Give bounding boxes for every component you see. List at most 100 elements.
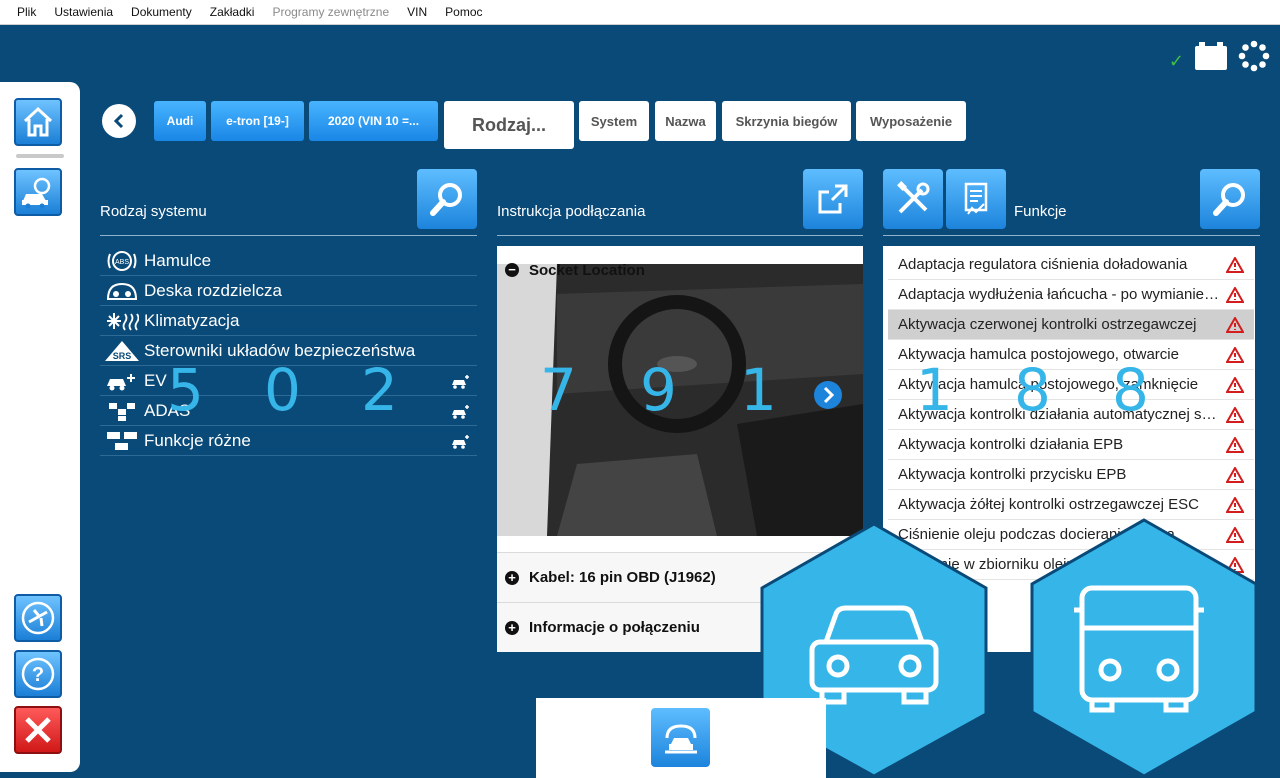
systems-search-button[interactable] [417,169,477,229]
help-icon: ? [21,657,55,691]
function-item[interactable]: Adaptacja regulatora ciśnienia doładowan… [888,250,1254,280]
crumb-year[interactable]: 2020 (VIN 10 =... [309,101,438,141]
home-button[interactable] [14,98,62,146]
srs-icon: SRS [105,340,139,361]
socket-location-label: Socket Location [529,261,645,279]
car-spark-icon [452,374,469,389]
report-button[interactable] [946,169,1006,229]
collapse-icon: − [505,263,519,277]
crumb-system[interactable]: System [579,101,649,141]
systems-title: Rodzaj systemu [100,203,207,220]
warning-icon [1226,286,1244,303]
search-icon [430,183,462,216]
airplane-icon [21,601,55,635]
crumb-gearbox[interactable]: Skrzynia biegów [722,101,851,141]
overlay-number: 5 [167,356,204,424]
adas-icon [109,402,135,421]
flight-mode-button[interactable] [14,594,62,642]
menu-plik[interactable]: Plik [8,0,45,25]
status-area: ✓ [1169,40,1270,72]
system-item-dashboard[interactable]: Deska rozdzielcza [100,276,477,306]
car-spark-icon [452,434,469,449]
overlay-number: 1 [740,356,777,424]
menu-vin[interactable]: VIN [398,0,436,25]
function-item-selected[interactable]: Aktywacja czerwonej kontrolki ostrzegawc… [888,310,1254,340]
system-item-brakes[interactable]: ABS Hamulce [100,246,477,276]
abs-icon: ABS [107,250,137,271]
overlay-number: 8 [1112,356,1149,424]
warning-icon [1226,346,1244,363]
expand-icon: + [505,570,519,585]
warning-icon [1226,406,1244,423]
car-scan-icon [664,723,697,753]
vehicle-scan-button[interactable] [651,708,710,767]
crumb-make[interactable]: Audi [154,101,206,141]
socket-location-header[interactable]: − Socket Location [497,257,645,283]
system-item-label: Klimatyzacja [144,310,240,330]
report-icon [964,182,988,215]
crumb-model[interactable]: e-tron [19-] [211,101,304,141]
svg-text:ABS: ABS [115,259,129,266]
systems-divider [100,235,477,236]
help-button[interactable]: ? [14,650,62,698]
climate-icon [107,312,139,331]
crumb-type[interactable]: Rodzaj... [444,101,574,149]
chevron-left-icon [113,113,124,129]
search-icon [1213,183,1245,216]
warning-icon [1226,436,1244,453]
functions-divider [883,235,1260,236]
warning-icon [1226,256,1244,273]
connection-open-button[interactable] [803,169,863,229]
connection-check-icon: ✓ [1168,50,1184,71]
warning-icon [1226,316,1244,333]
function-item[interactable]: Adaptacja wydłużenia łańcucha - po wymia… [888,280,1254,310]
menu-pomoc[interactable]: Pomoc [436,0,491,25]
dashboard-icon [106,282,138,300]
svg-text:?: ? [32,664,44,686]
close-icon [25,717,51,743]
connection-info-label: Informacje o połączeniu [529,619,700,636]
functions-title: Funkcje [1014,203,1067,220]
tools-button[interactable] [883,169,943,229]
car-spark-icon [452,404,469,419]
ev-icon [107,373,135,390]
system-item-label: Deska rozdzielcza [144,280,282,300]
battery-icon [1195,42,1227,70]
next-image-icon[interactable] [812,379,844,411]
function-item[interactable]: Aktywacja kontrolki działania EPB [888,430,1254,460]
warning-icon [1226,466,1244,483]
menu-bar: Plik Ustawienia Dokumenty Zakładki Progr… [0,0,1280,25]
back-button[interactable] [102,104,136,138]
home-icon [23,106,53,137]
vehicle-diagnostics-button[interactable] [14,168,62,216]
misc-icon [107,431,137,450]
external-link-icon [818,184,848,214]
close-button[interactable] [14,706,62,754]
menu-zakladki[interactable]: Zakładki [201,0,264,25]
warning-icon [1226,496,1244,513]
crumb-name[interactable]: Nazwa [655,101,716,141]
car-gear-icon [22,177,51,209]
overlay-number: 0 [264,356,301,424]
menu-dokumenty[interactable]: Dokumenty [122,0,201,25]
system-item-label: Hamulce [144,250,212,270]
connection-divider [497,235,863,236]
functions-search-button[interactable] [1200,169,1260,229]
system-item-climate[interactable]: Klimatyzacja [100,306,477,336]
expand-icon: + [505,620,519,635]
system-item-misc[interactable]: Funkcje różne [100,426,477,456]
overlay-number: 9 [640,356,677,424]
crumb-equipment[interactable]: Wyposażenie [856,101,966,141]
cable-label: Kabel: 16 pin OBD (J1962) [529,569,716,586]
loading-spinner-icon [1238,40,1270,72]
overlay-number: 8 [1014,356,1051,424]
overlay-number: 2 [361,356,398,424]
svg-text:SRS: SRS [113,351,132,361]
function-item[interactable]: Aktywacja kontrolki przycisku EPB [888,460,1254,490]
system-item-label: EV [144,370,167,390]
menu-ustawienia[interactable]: Ustawienia [45,0,122,25]
overlay-number: 1 [916,356,953,424]
menu-programy-zewnetrzne[interactable]: Programy zewnętrzne [263,0,398,25]
function-item[interactable]: Aktywacja żółtej kontrolki ostrzegawczej… [888,490,1254,520]
warning-icon [1226,376,1244,393]
